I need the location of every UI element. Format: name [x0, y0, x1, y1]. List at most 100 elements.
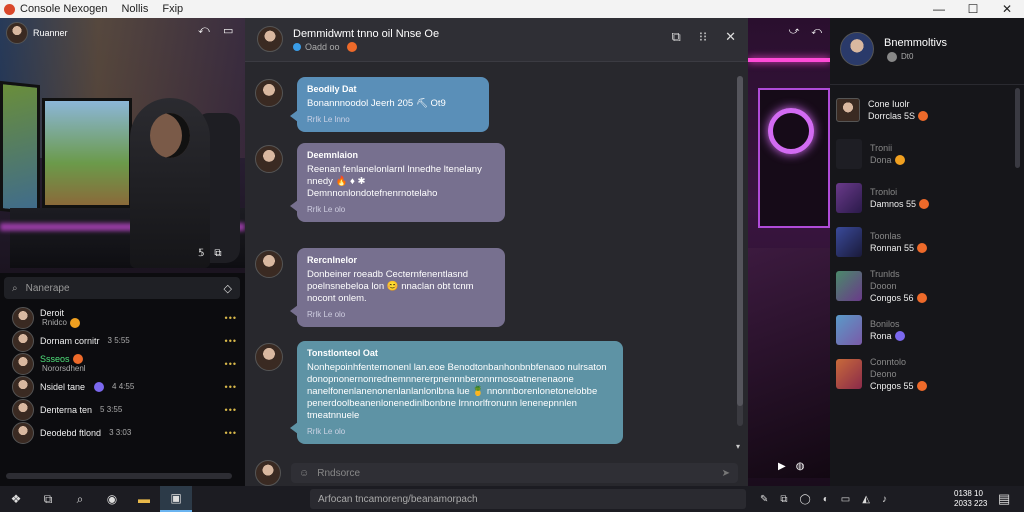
- message-composer: ☺ Rndsorce ➤: [245, 460, 748, 486]
- more-icon[interactable]: •••: [225, 428, 237, 438]
- message-text: Bonannnoodol Jeerh 205 ⛏ Ot9: [307, 98, 446, 109]
- folder-icon[interactable]: ▬: [128, 486, 160, 512]
- monitor-left: [0, 80, 40, 216]
- self-avatar: [255, 460, 281, 486]
- notification-icon[interactable]: ▤: [998, 491, 1010, 507]
- host-profile[interactable]: Bnemmoltivs Dt0: [840, 32, 947, 66]
- more-icon[interactable]: •••: [225, 382, 237, 392]
- list-item[interactable]: Deodebd ftlond 3 3:03 •••: [0, 421, 245, 444]
- menu-bar: Console Nexogen Nollis Fxip: [20, 3, 183, 15]
- list-item[interactable]: Dornam cornitr 3 5:55 •••: [0, 329, 245, 352]
- list-item[interactable]: Nsidel tane 4 4:55 •••: [0, 375, 245, 398]
- popout-icon[interactable]: ⧉: [214, 248, 221, 259]
- item-sub: Damnos 55: [870, 199, 930, 210]
- thumbnail: [836, 271, 862, 301]
- emoji-badge-icon: [69, 317, 80, 328]
- message-bubble[interactable]: Beodily Dat Bonannnoodol Jeerh 205 ⛏ Ot9…: [290, 77, 489, 132]
- network-icon[interactable]: ◭: [862, 494, 870, 505]
- stream-preview[interactable]: Ruanner ⤺ ▭ 𝟝 ⧉: [0, 18, 245, 273]
- emoji-icon[interactable]: ☺: [299, 468, 309, 479]
- gaming-chair: [748, 248, 830, 478]
- list-item[interactable]: Ssseos Nororsdhenl •••: [0, 352, 245, 375]
- minimize-button[interactable]: —: [922, 2, 956, 16]
- share-icon[interactable]: ⤺: [198, 24, 210, 37]
- item-title: Toonlas: [870, 230, 902, 241]
- more-icon[interactable]: •••: [225, 359, 237, 369]
- message-bubble[interactable]: Rercnlnelor Donbeiner roeadb Cecternfene…: [290, 248, 505, 327]
- more-icon[interactable]: •••: [225, 405, 237, 415]
- message-time: Rrlk Le olo: [307, 205, 346, 214]
- thumbnail: [836, 315, 862, 345]
- camera-icon[interactable]: ▭: [841, 494, 850, 505]
- send-icon[interactable]: ➤: [722, 468, 730, 479]
- menu-item-fxip[interactable]: Fxip: [162, 3, 183, 15]
- streamer-avatar: [6, 22, 28, 44]
- chat-scrollbar[interactable]: ▾: [736, 76, 743, 451]
- play-icon[interactable]: ▶: [778, 461, 786, 472]
- online-indicator-icon: [293, 43, 301, 51]
- maximize-button[interactable]: ☐: [956, 2, 990, 16]
- clock-date: 2033 223: [954, 499, 988, 508]
- search-input[interactable]: Nanerape: [26, 283, 70, 294]
- quality-icon[interactable]: 𝟝: [198, 248, 204, 259]
- thumbnail: [836, 359, 862, 389]
- fullscreen-icon[interactable]: ▭: [223, 24, 233, 37]
- redo-icon[interactable]: ⤻: [789, 26, 800, 37]
- user-name: Deroit: [40, 307, 65, 318]
- menu-item-nollis[interactable]: Nollis: [121, 3, 148, 15]
- start-icon[interactable]: ❖: [0, 486, 32, 512]
- right-scrollbar[interactable]: [1015, 88, 1020, 168]
- message-bubble[interactable]: Tonstlonteol Oat Nonhepoinhfenternonenl …: [290, 341, 623, 444]
- avatar: [12, 421, 34, 444]
- list-item[interactable]: Tronii Dona: [836, 132, 1016, 176]
- volume-icon[interactable]: ♪: [882, 494, 887, 505]
- list-item[interactable]: Cone Iuolr Dorrclas 5S: [836, 88, 1016, 132]
- list-item[interactable]: Conntolo Deono Cnpgos 55: [836, 352, 1016, 396]
- record-icon[interactable]: ◯: [800, 494, 811, 505]
- list-item[interactable]: Trunlds Dooon Congos 56: [836, 264, 1016, 308]
- list-item[interactable]: Toonlas Ronnan 55: [836, 220, 1016, 264]
- host-avatar: [840, 32, 874, 66]
- secondary-stream-preview[interactable]: ⤻ ⤺ ▶ ◍: [748, 18, 830, 486]
- task-view-icon[interactable]: ⧉: [32, 486, 64, 512]
- list-item[interactable]: Bonilos Rona: [836, 308, 1016, 352]
- message-bubble[interactable]: Deemnlaion Reenan fenlanelonlarnl lnnedh…: [290, 143, 505, 222]
- sync-icon[interactable]: ◐: [823, 494, 829, 505]
- item-title: Conntolo: [870, 356, 907, 367]
- taskbar-search-input[interactable]: Arfocan tncamoreng/beanamorpach: [310, 489, 746, 509]
- grid-icon[interactable]: ⁝⁝: [699, 29, 707, 45]
- list-item[interactable]: Tronloi Damnos 55: [836, 176, 1016, 220]
- close-icon[interactable]: ✕: [725, 29, 736, 45]
- scrollbar-thumb[interactable]: [737, 76, 743, 406]
- record-icon[interactable]: ◍: [796, 461, 805, 472]
- chat-avatar[interactable]: [257, 26, 283, 52]
- list-item[interactable]: Denterna ten 5 3:55 •••: [0, 398, 245, 421]
- avatar: [255, 145, 283, 173]
- scroll-down-icon[interactable]: ▾: [736, 442, 740, 451]
- item-title: Cone Iuolr: [868, 98, 910, 109]
- app-taskbar-icon[interactable]: ▣: [160, 486, 192, 512]
- pin-icon[interactable]: ◇: [224, 282, 232, 295]
- horizontal-scrollbar[interactable]: [6, 473, 232, 479]
- close-window-button[interactable]: ✕: [990, 2, 1024, 16]
- clipboard-icon[interactable]: ⧉: [780, 494, 787, 505]
- emoji-badge-icon: [72, 354, 83, 365]
- item-title: Trunlds: [870, 268, 900, 279]
- streamer-chip[interactable]: Ruanner: [6, 22, 68, 44]
- stream-bottom-controls: ▶ ◍: [778, 461, 804, 472]
- clock[interactable]: 0138 10 2033 223: [954, 489, 987, 509]
- user-search[interactable]: ⌕ Nanerape ◇: [4, 277, 240, 299]
- pen-icon[interactable]: ✎: [760, 494, 768, 505]
- neon-strip: [748, 58, 830, 62]
- taskbar-search-icon[interactable]: ⌕: [64, 486, 96, 512]
- more-icon[interactable]: •••: [225, 313, 237, 323]
- undo-icon[interactable]: ⤺: [811, 26, 822, 37]
- chat-subtitle: Oadd oo: [305, 42, 340, 52]
- list-item[interactable]: Deroit Rnidco •••: [0, 306, 245, 329]
- system-tray: ✎ ⧉ ◯ ◐ ▭ ◭ ♪: [760, 486, 887, 512]
- message-input[interactable]: ☺ Rndsorce ➤: [291, 463, 738, 483]
- copy-icon[interactable]: ⧉: [672, 29, 681, 45]
- more-icon[interactable]: •••: [225, 336, 237, 346]
- browser-icon[interactable]: ◉: [96, 486, 128, 512]
- avatar: [12, 306, 34, 329]
